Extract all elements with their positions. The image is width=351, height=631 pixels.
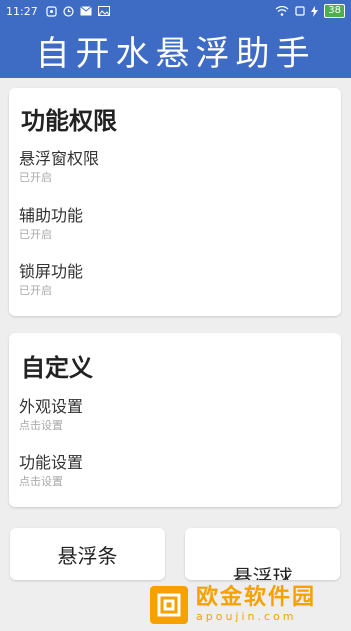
permissions-card: 功能权限 悬浮窗权限 已开启 辅助功能 已开启 锁屏功能 已开启 [9,88,341,316]
appearance-settings-item[interactable]: 外观设置 点击设置 [19,396,319,444]
item-label: 功能设置 [19,453,84,472]
floating-ball-button[interactable]: 悬浮球 [185,528,340,580]
function-settings-item[interactable]: 功能设置 点击设置 [19,452,319,500]
watermark-logo-icon [150,586,188,624]
image-icon [97,6,110,17]
permissions-title: 功能权限 [21,107,117,135]
item-label: 外观设置 [19,397,84,416]
accessibility-permission-item[interactable]: 辅助功能 已开启 [19,205,319,253]
wifi-icon [275,6,289,16]
notification-icon [46,5,57,17]
floating-ball-label: 悬浮球 [232,565,293,580]
floating-bar-label: 悬浮条 [57,543,118,568]
status-bar: 11:27 38 [0,0,351,22]
clock-icon [63,5,74,17]
customize-card: 自定义 外观设置 点击设置 功能设置 点击设置 [9,333,341,507]
lock-screen-permission-item[interactable]: 锁屏功能 已开启 [19,261,319,309]
status-icons-left [46,5,110,17]
screen-icon [295,6,305,16]
floating-window-permission-item[interactable]: 悬浮窗权限 已开启 [19,148,319,196]
item-status: 点击设置 [19,475,63,488]
status-icons-right: 38 [275,4,345,18]
watermark-text: 欧金软件园 apoujin.com [196,586,316,624]
mail-icon [79,6,92,17]
floating-bar-button[interactable]: 悬浮条 [10,528,165,580]
item-label: 悬浮窗权限 [19,149,100,168]
app-title: 自开水悬浮助手 [35,33,316,74]
app-header: 11:27 38 自开水悬浮助手 [0,0,351,78]
site-watermark: 欧金软件园 apoujin.com [150,581,351,629]
status-time: 11:27 [6,4,38,18]
item-status: 点击设置 [19,419,63,432]
customize-title: 自定义 [21,354,93,382]
battery-level: 38 [324,4,345,18]
item-status: 已开启 [19,171,52,184]
item-label: 辅助功能 [19,206,84,225]
item-label: 锁屏功能 [19,262,84,281]
watermark-name: 欧金软件园 [196,585,317,610]
watermark-url: apoujin.com [196,610,297,623]
item-status: 已开启 [19,284,52,297]
item-status: 已开启 [19,228,52,241]
charging-icon [311,5,319,17]
